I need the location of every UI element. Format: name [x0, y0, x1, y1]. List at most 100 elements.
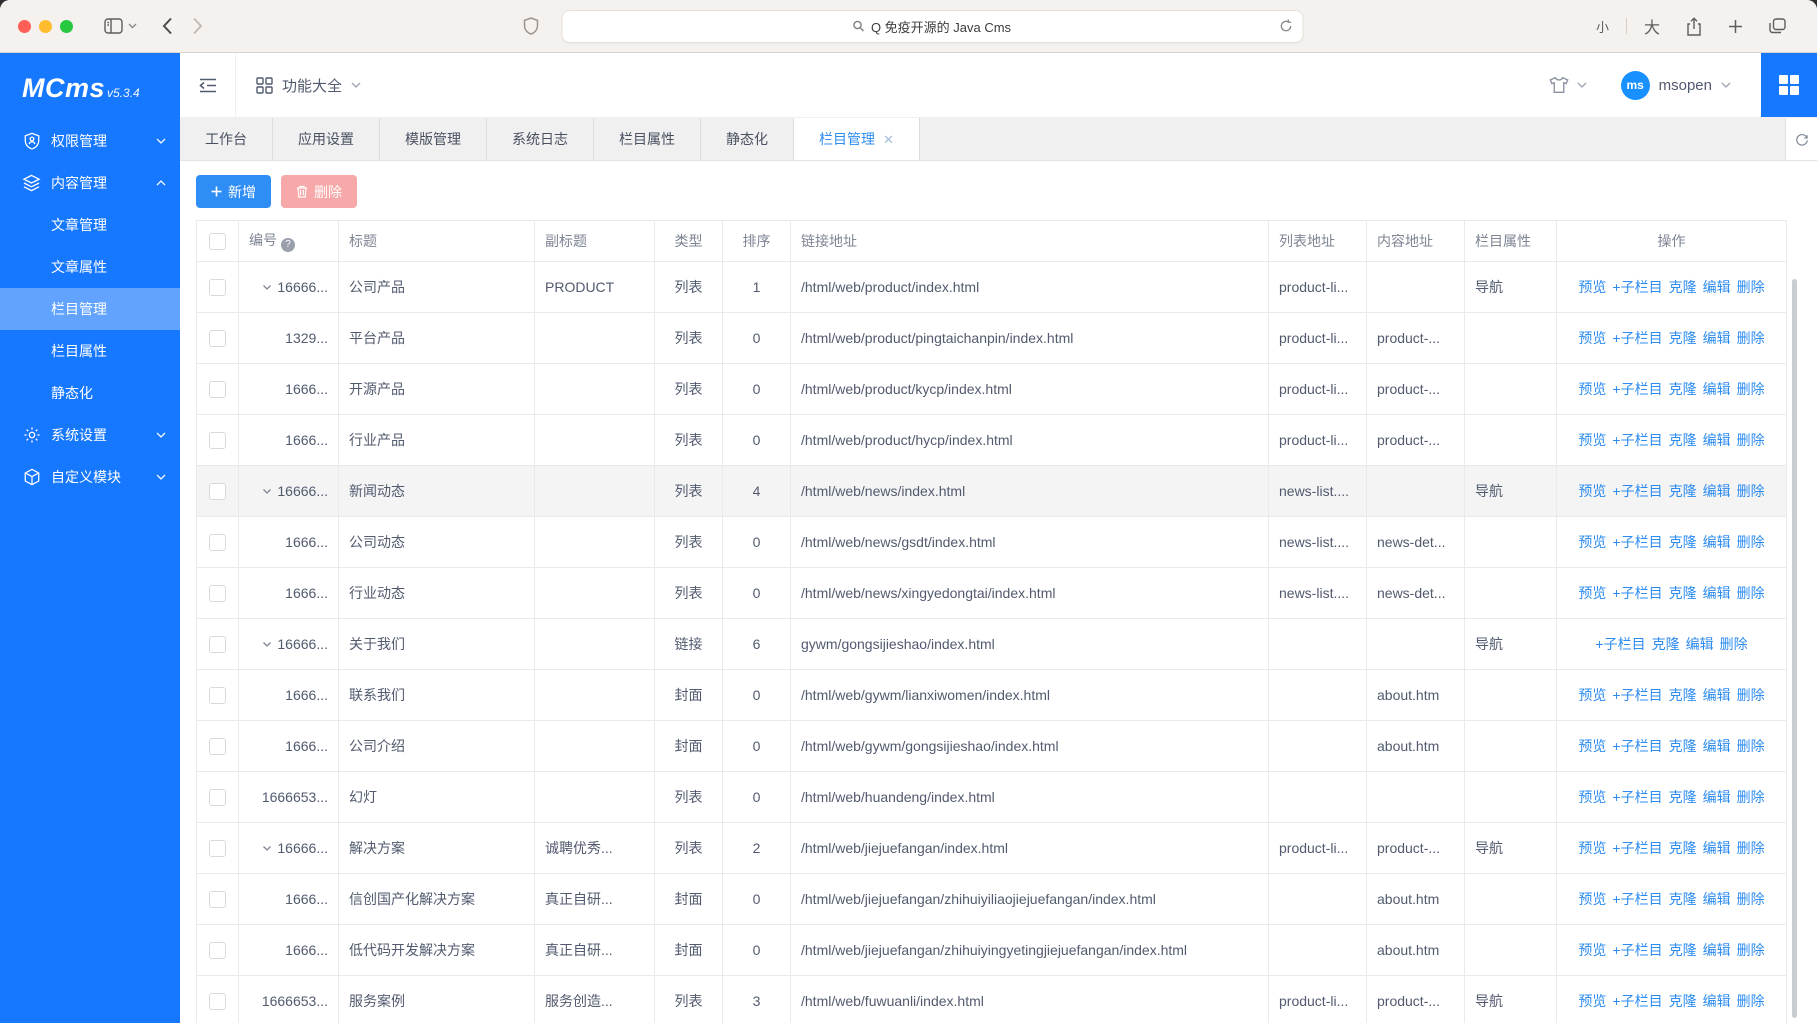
sidebar-item-category-management[interactable]: 栏目管理 [0, 288, 180, 330]
font-smaller-icon[interactable]: 小 [1596, 17, 1609, 36]
action-preview[interactable]: 预览 [1578, 789, 1606, 805]
action-preview[interactable]: 预览 [1578, 840, 1606, 856]
sidebar-item-custom-modules[interactable]: 自定义模块 [0, 456, 180, 498]
action-edit[interactable]: 编辑 [1703, 789, 1731, 805]
action-edit[interactable]: 编辑 [1703, 687, 1731, 703]
sidebar-item-article-attributes[interactable]: 文章属性 [0, 246, 180, 288]
row-checkbox[interactable] [209, 993, 226, 1010]
action-delete[interactable]: 删除 [1737, 993, 1765, 1009]
refresh-tab-button[interactable] [1785, 118, 1817, 160]
row-checkbox[interactable] [209, 279, 226, 296]
action-add-subcategory[interactable]: +子栏目 [1612, 432, 1662, 448]
share-icon[interactable] [1686, 17, 1702, 36]
action-edit[interactable]: 编辑 [1703, 534, 1731, 550]
action-clone[interactable]: 克隆 [1669, 942, 1697, 958]
sidebar-item-system-settings[interactable]: 系统设置 [0, 414, 180, 456]
sidebar-item-permissions[interactable]: 权限管理 [0, 120, 180, 162]
row-checkbox[interactable] [209, 483, 226, 500]
row-checkbox[interactable] [209, 585, 226, 602]
action-edit[interactable]: 编辑 [1703, 993, 1731, 1009]
select-all-checkbox[interactable] [209, 233, 226, 250]
tab-workbench[interactable]: 工作台 [180, 118, 273, 160]
action-clone[interactable]: 克隆 [1669, 381, 1697, 397]
apps-grid-button[interactable] [1761, 53, 1817, 117]
row-checkbox[interactable] [209, 942, 226, 959]
action-edit[interactable]: 编辑 [1703, 432, 1731, 448]
tab-overview-icon[interactable] [1769, 18, 1786, 34]
action-edit[interactable]: 编辑 [1703, 942, 1731, 958]
action-clone[interactable]: 克隆 [1652, 636, 1680, 652]
address-bar[interactable]: Q 免疫开源的 Java Cms [561, 10, 1303, 43]
action-delete[interactable]: 删除 [1737, 687, 1765, 703]
action-add-subcategory[interactable]: +子栏目 [1612, 942, 1662, 958]
action-delete[interactable]: 删除 [1737, 381, 1765, 397]
privacy-shield-icon[interactable] [523, 17, 538, 35]
reload-icon[interactable] [1278, 18, 1293, 37]
action-delete[interactable]: 删除 [1737, 789, 1765, 805]
action-clone[interactable]: 克隆 [1669, 993, 1697, 1009]
expand-caret-icon[interactable] [261, 281, 273, 293]
action-add-subcategory[interactable]: +子栏目 [1612, 585, 1662, 601]
theme-trigger[interactable] [1548, 76, 1587, 94]
action-clone[interactable]: 克隆 [1669, 585, 1697, 601]
action-clone[interactable]: 克隆 [1669, 279, 1697, 295]
tab-staticize[interactable]: 静态化 [701, 118, 794, 160]
tab-app-settings[interactable]: 应用设置 [273, 118, 380, 160]
row-checkbox[interactable] [209, 330, 226, 347]
sidebar-item-content[interactable]: 内容管理 [0, 162, 180, 204]
action-add-subcategory[interactable]: +子栏目 [1612, 789, 1662, 805]
action-preview[interactable]: 预览 [1578, 687, 1606, 703]
action-edit[interactable]: 编辑 [1703, 279, 1731, 295]
action-add-subcategory[interactable]: +子栏目 [1612, 534, 1662, 550]
action-preview[interactable]: 预览 [1578, 432, 1606, 448]
new-tab-icon[interactable] [1728, 19, 1743, 34]
action-edit[interactable]: 编辑 [1703, 840, 1731, 856]
row-checkbox[interactable] [209, 687, 226, 704]
action-clone[interactable]: 克隆 [1669, 432, 1697, 448]
delete-button[interactable]: 删除 [281, 175, 357, 208]
action-edit[interactable]: 编辑 [1703, 483, 1731, 499]
action-clone[interactable]: 克隆 [1669, 534, 1697, 550]
action-delete[interactable]: 删除 [1737, 738, 1765, 754]
action-preview[interactable]: 预览 [1578, 942, 1606, 958]
action-delete[interactable]: 删除 [1737, 432, 1765, 448]
close-window-button[interactable] [18, 20, 31, 33]
font-larger-icon[interactable]: 大 [1644, 14, 1660, 38]
help-icon[interactable]: ? [281, 238, 295, 252]
action-preview[interactable]: 预览 [1578, 381, 1606, 397]
sidebar-item-staticize[interactable]: 静态化 [0, 372, 180, 414]
action-preview[interactable]: 预览 [1578, 330, 1606, 346]
action-add-subcategory[interactable]: +子栏目 [1612, 891, 1662, 907]
action-edit[interactable]: 编辑 [1703, 891, 1731, 907]
add-button[interactable]: 新增 [196, 175, 271, 208]
menu-fold-icon[interactable] [180, 53, 236, 117]
tab-category-management[interactable]: 栏目管理✕ [794, 118, 920, 160]
action-preview[interactable]: 预览 [1578, 738, 1606, 754]
action-preview[interactable]: 预览 [1578, 585, 1606, 601]
sidebar-item-category-attributes[interactable]: 栏目属性 [0, 330, 180, 372]
action-edit[interactable]: 编辑 [1686, 636, 1714, 652]
expand-caret-icon[interactable] [261, 638, 273, 650]
expand-caret-icon[interactable] [261, 485, 273, 497]
user-menu-trigger[interactable]: ms msopen [1621, 71, 1731, 100]
action-delete[interactable]: 删除 [1737, 279, 1765, 295]
tab-category-attributes[interactable]: 栏目属性 [594, 118, 701, 160]
row-checkbox[interactable] [209, 891, 226, 908]
action-preview[interactable]: 预览 [1578, 891, 1606, 907]
action-preview[interactable]: 预览 [1578, 534, 1606, 550]
action-delete[interactable]: 删除 [1737, 585, 1765, 601]
action-add-subcategory[interactable]: +子栏目 [1612, 840, 1662, 856]
back-button[interactable] [162, 17, 173, 35]
row-checkbox[interactable] [209, 789, 226, 806]
row-checkbox[interactable] [209, 432, 226, 449]
action-delete[interactable]: 删除 [1737, 534, 1765, 550]
sidebar-item-article-management[interactable]: 文章管理 [0, 204, 180, 246]
action-delete[interactable]: 删除 [1737, 942, 1765, 958]
action-clone[interactable]: 克隆 [1669, 330, 1697, 346]
row-checkbox[interactable] [209, 534, 226, 551]
action-add-subcategory[interactable]: +子栏目 [1612, 483, 1662, 499]
action-clone[interactable]: 克隆 [1669, 789, 1697, 805]
row-checkbox[interactable] [209, 738, 226, 755]
forward-button[interactable] [192, 17, 203, 35]
vertical-scrollbar[interactable] [1792, 279, 1797, 1018]
